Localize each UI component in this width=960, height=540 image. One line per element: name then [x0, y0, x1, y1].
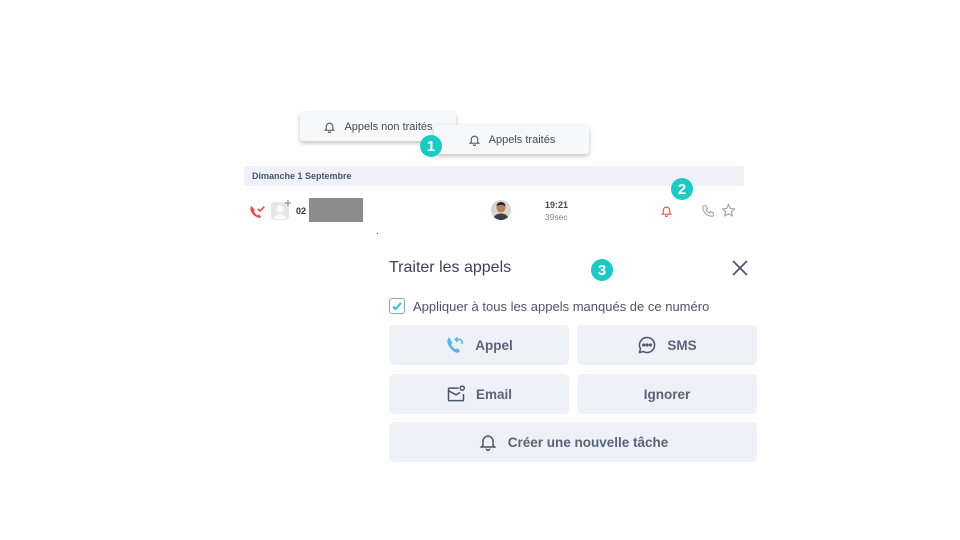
add-contact-icon[interactable] — [270, 199, 292, 221]
phone-icon[interactable] — [701, 204, 715, 218]
step-marker-1: 1 — [420, 135, 442, 157]
step-marker-2: 2 — [671, 178, 693, 200]
call-button-label: Appel — [475, 337, 513, 353]
apply-all-label: Appliquer à tous les appels manqués de c… — [413, 298, 710, 314]
phone-number-redacted — [309, 198, 363, 222]
email-icon — [447, 385, 466, 402]
ignore-button[interactable]: Ignorer — [577, 374, 757, 414]
sms-button-label: SMS — [667, 337, 697, 353]
tab-unprocessed-label: Appels non traités — [344, 120, 433, 133]
bell-icon — [468, 135, 480, 146]
email-button-label: Email — [475, 386, 513, 402]
call-duration: 39sec — [545, 212, 568, 222]
chat-bubble-icon — [638, 336, 656, 354]
tab-processed-calls[interactable]: Appels traités — [434, 125, 589, 154]
checkmark-icon — [392, 302, 402, 311]
step-marker-3: 3 — [591, 259, 613, 281]
apply-all-row[interactable]: Appliquer à tous les appels manqués de c… — [389, 298, 709, 314]
close-icon[interactable] — [731, 259, 749, 277]
tab-processed-label: Appels traités — [488, 133, 556, 146]
missed-call-icon — [250, 205, 265, 218]
apply-all-checkbox[interactable] — [389, 298, 405, 314]
new-task-button-label: Créer une nouvelle tâche — [507, 434, 669, 450]
panel-title: Traiter les appels — [389, 259, 512, 276]
bell-alert-icon[interactable] — [660, 204, 673, 218]
bell-icon — [479, 435, 497, 452]
sms-button[interactable]: SMS — [577, 325, 757, 365]
email-button[interactable]: Email — [389, 374, 569, 414]
call-row[interactable]: 02 19:21 39sec — [244, 196, 744, 224]
stray-dot — [377, 233, 378, 234]
phone-number-prefix: 02 — [296, 206, 307, 216]
callback-icon — [447, 336, 464, 353]
call-time: 19:21 — [545, 200, 569, 210]
bell-icon — [324, 122, 336, 133]
ignore-button-label: Ignorer — [643, 386, 691, 402]
contact-avatar — [491, 200, 511, 220]
call-button[interactable]: Appel — [389, 325, 569, 365]
new-task-button[interactable]: Créer une nouvelle tâche — [389, 422, 757, 462]
date-header: Dimanche 1 Septembre — [244, 166, 744, 186]
star-icon[interactable] — [721, 203, 736, 218]
